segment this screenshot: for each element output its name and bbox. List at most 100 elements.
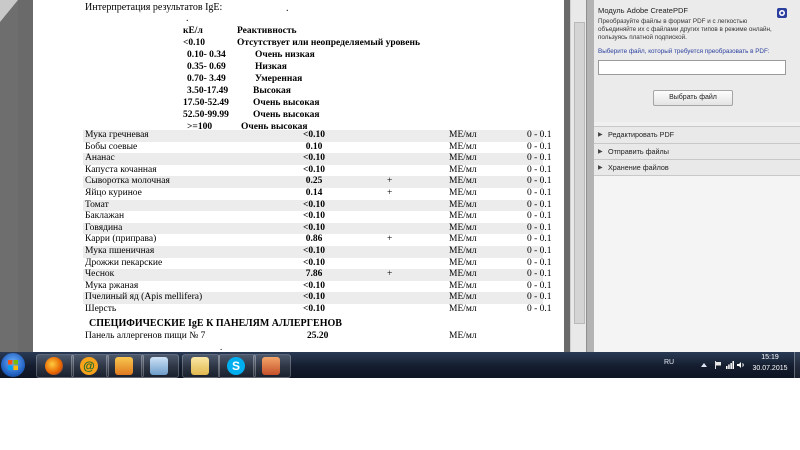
section-label: Хранение файлов [608, 163, 669, 172]
legend-label: Умеренная [255, 74, 303, 84]
legend-label: Очень высокая [253, 110, 320, 120]
legend-label: Очень низкая [255, 50, 315, 60]
result-value: <0.10 [302, 257, 326, 268]
result-value: <0.10 [302, 304, 326, 314]
legend-range: 0.70- 3.49 [187, 74, 226, 84]
clock-date[interactable]: 30.07.2015 [746, 365, 794, 372]
legend-label: Очень высокая [253, 98, 320, 108]
result-value: 7.86 [305, 269, 323, 280]
reference-range: 0 - 0.1 [527, 141, 552, 152]
reference-range: 0 - 0.1 [527, 257, 552, 268]
clock-time[interactable]: 15:19 [748, 354, 792, 361]
reference-range: 0 - 0.1 [527, 199, 552, 210]
allergen-name: Сыворотка молочная [85, 176, 170, 187]
left-toolbar-edge [0, 0, 18, 352]
expand-arrow-icon: ▶ [598, 165, 603, 171]
result-unit: МЕ/мл [449, 304, 477, 314]
scrollbar-thumb[interactable] [574, 22, 585, 324]
agent-icon: @ [80, 357, 98, 375]
legend-range: 3.50-17.49 [187, 86, 229, 96]
taskbar-app-photos[interactable] [253, 354, 291, 378]
result-unit: МЕ/мл [449, 257, 477, 268]
allergen-name: Мука гречневая [85, 130, 149, 140]
file-path-input[interactable] [598, 60, 786, 75]
result-row: Мука гречневая <0.10 МЕ/мл 0 - 0.1 [83, 130, 552, 142]
taskbar-app-media-player[interactable] [106, 354, 144, 378]
photo-app-icon [262, 357, 280, 375]
taskbar-app-firefox[interactable] [36, 354, 74, 378]
panel-name: Панель аллергенов пищи № 7 [85, 331, 206, 341]
result-row: Капуста кочанная <0.10 МЕ/мл 0 - 0.1 [83, 164, 552, 177]
taskbar-app-explorer[interactable] [182, 354, 220, 378]
reference-range: 0 - 0.1 [527, 246, 552, 256]
result-unit: МЕ/мл [449, 246, 477, 256]
result-unit: МЕ/мл [449, 222, 477, 233]
result-unit: МЕ/мл [449, 199, 477, 210]
result-unit: МЕ/мл [449, 211, 477, 222]
network-icon[interactable] [726, 361, 734, 369]
result-unit: МЕ/мл [449, 176, 477, 187]
result-value: <0.10 [302, 164, 326, 175]
folder-icon [191, 357, 209, 375]
section-edit-pdf[interactable]: ▶ Редактировать PDF [594, 126, 800, 143]
result-value: 0.86 [305, 234, 323, 245]
language-indicator[interactable]: RU [664, 359, 674, 366]
choose-file-button[interactable]: Выбрать файл [653, 90, 733, 106]
start-button[interactable] [1, 353, 25, 377]
vertical-scrollbar[interactable] [570, 0, 587, 352]
interpretation-title: Интерпретация результатов IgE: [85, 2, 223, 13]
legend-range: 17.50-52.49 [183, 98, 229, 108]
result-row: Пчелиный яд (Apis mellifera) <0.10 МЕ/мл 0 … [83, 292, 552, 304]
allergen-name: Яйцо куриное [85, 188, 142, 198]
section-file-storage[interactable]: ▶ Хранение файлов [594, 159, 800, 176]
module-title: Модуль Adobe CreatePDF [598, 6, 688, 15]
taskbar-app-network[interactable] [141, 354, 179, 378]
taskbar-app-agent[interactable]: @ [71, 354, 109, 378]
section-send-files[interactable]: ▶ Отправить файлы [594, 143, 800, 160]
section-label: Отправить файлы [608, 147, 669, 156]
allergen-name: Баклажан [85, 211, 125, 222]
volume-icon[interactable] [737, 361, 745, 369]
expand-arrow-icon: ▶ [598, 132, 603, 138]
show-desktop-button[interactable] [794, 352, 800, 378]
result-value: <0.10 [302, 280, 326, 291]
result-row: Томат <0.10 МЕ/мл 0 - 0.1 [83, 199, 552, 212]
result-row: Яйцо куриное 0.14 + МЕ/мл 0 - 0.1 [83, 188, 552, 200]
legend-range: <0.10 [183, 38, 206, 48]
result-unit: МЕ/мл [449, 234, 477, 245]
panel-value: 25.20 [307, 331, 329, 341]
flag-icon[interactable] [714, 361, 722, 369]
allergen-name: Дрожжи пекарские [85, 257, 163, 268]
result-row: Шерсть <0.10 МЕ/мл 0 - 0.1 [83, 304, 552, 316]
result-unit: МЕ/мл [449, 269, 477, 280]
allergen-name: Мука пшеничная [85, 246, 155, 256]
result-row: Сыворотка молочная 0.25 + МЕ/мл 0 - 0.1 [83, 176, 552, 188]
allergen-name: Шерсть [85, 304, 117, 314]
result-unit: МЕ/мл [449, 188, 477, 198]
taskbar-app-skype[interactable]: S [218, 354, 256, 378]
tray-arrow-icon[interactable] [700, 361, 708, 369]
network-computer-icon [150, 357, 168, 375]
windows-logo-icon [8, 360, 18, 370]
media-player-icon [115, 357, 133, 375]
panel-unit: МЕ/мл [449, 331, 477, 341]
system-tray: RU 15:19 30.07.2015 [660, 352, 800, 378]
legend-range: 0.35- 0.69 [187, 62, 226, 72]
reference-range: 0 - 0.1 [527, 211, 552, 222]
result-value: 0.10 [305, 141, 323, 152]
tools-pane: Модуль Adobe CreatePDF Преобразуйте файл… [594, 0, 800, 352]
reference-range: 0 - 0.1 [527, 222, 552, 233]
legend-range: кЕ/л [183, 26, 203, 36]
result-value: <0.10 [302, 246, 326, 256]
section-title: СПЕЦИФИЧЕСКИЕ IgE К ПАНЕЛЯМ АЛЛЕРГЕНОВ [89, 318, 342, 329]
legend-dot: . [186, 13, 189, 24]
legend-label: Высокая [253, 86, 291, 96]
document-page: Интерпретация результатов IgE: . . кЕ/л Р… [33, 0, 564, 352]
file-prompt: Выберите файл, который требуется преобра… [598, 48, 770, 55]
result-value: <0.10 [302, 153, 326, 164]
result-flag: + [387, 176, 393, 187]
legend-label: Реактивность [237, 26, 297, 36]
result-flag: + [387, 188, 393, 198]
result-row: Ананас <0.10 МЕ/мл 0 - 0.1 [83, 153, 552, 165]
result-value: <0.10 [302, 211, 326, 222]
